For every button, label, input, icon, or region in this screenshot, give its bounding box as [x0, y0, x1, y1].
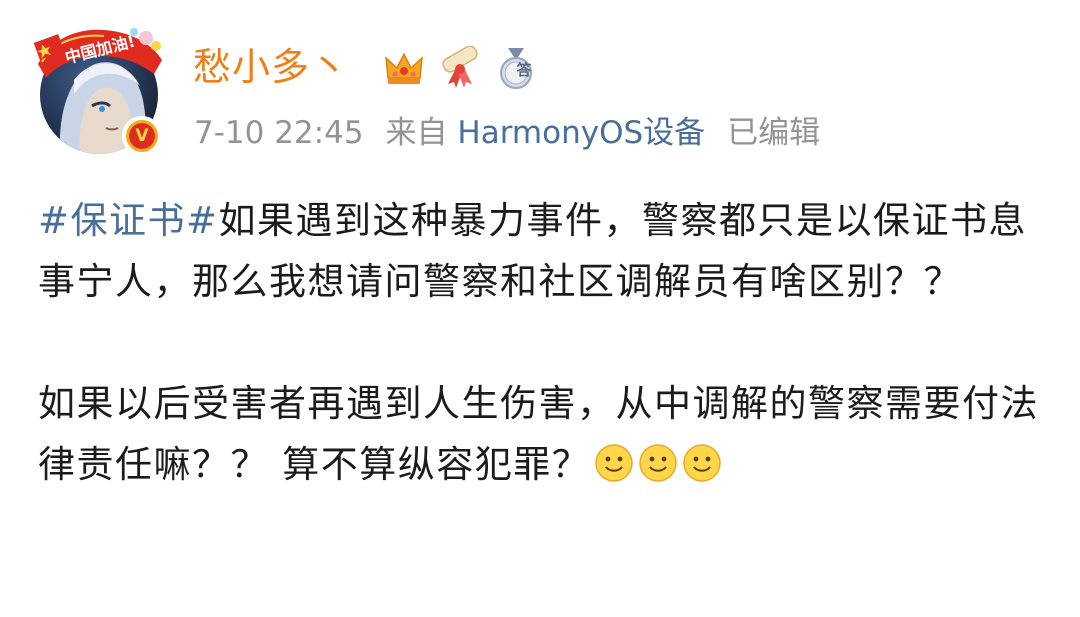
verified-badge-icon: V — [122, 116, 162, 156]
paragraph-2-text: 如果以后受害者再遇到人生伤害，从中调解的警察需要付法律责任嘛？？ 算不算纵容犯罪… — [38, 382, 1039, 486]
post-paragraph-1: #保证书#如果遇到这种暴力事件，警察都只是以保证书息事宁人，那么我想请问警察和社… — [38, 190, 1048, 312]
avatar-container[interactable]: 中国加油! V — [34, 24, 164, 160]
weibo-post: 中国加油! V 愁小多丶 答 7-10 22:45 来自 HarmonyOS设备… — [0, 0, 1080, 617]
user-badges: 答 — [382, 44, 538, 92]
smile-emoji — [595, 444, 634, 482]
answer-medal-char: 答 — [516, 61, 532, 79]
crown-badge-icon[interactable] — [382, 46, 426, 90]
verified-mark: V — [129, 123, 155, 149]
scroll-bow-badge-icon[interactable] — [438, 46, 482, 90]
source-prefix: 来自 — [385, 115, 448, 151]
topic-hashtag-link[interactable]: #保证书# — [38, 199, 219, 242]
post-content: #保证书#如果遇到这种暴力事件，警察都只是以保证书息事宁人，那么我想请问警察和社… — [38, 190, 1048, 495]
post-timestamp[interactable]: 7-10 22:45 — [194, 115, 364, 151]
smile-emoji — [639, 444, 678, 482]
post-paragraph-2: 如果以后受害者再遇到人生伤害，从中调解的警察需要付法律责任嘛？？ 算不算纵容犯罪… — [38, 373, 1048, 495]
smile-emoji — [683, 444, 722, 482]
post-meta: 7-10 22:45 来自 HarmonyOS设备 已编辑 — [194, 112, 820, 154]
username-link[interactable]: 愁小多丶 — [193, 42, 349, 92]
device-source-link[interactable]: HarmonyOS设备 — [457, 115, 705, 151]
emoji-group — [594, 443, 722, 483]
edited-label[interactable]: 已编辑 — [727, 115, 820, 151]
